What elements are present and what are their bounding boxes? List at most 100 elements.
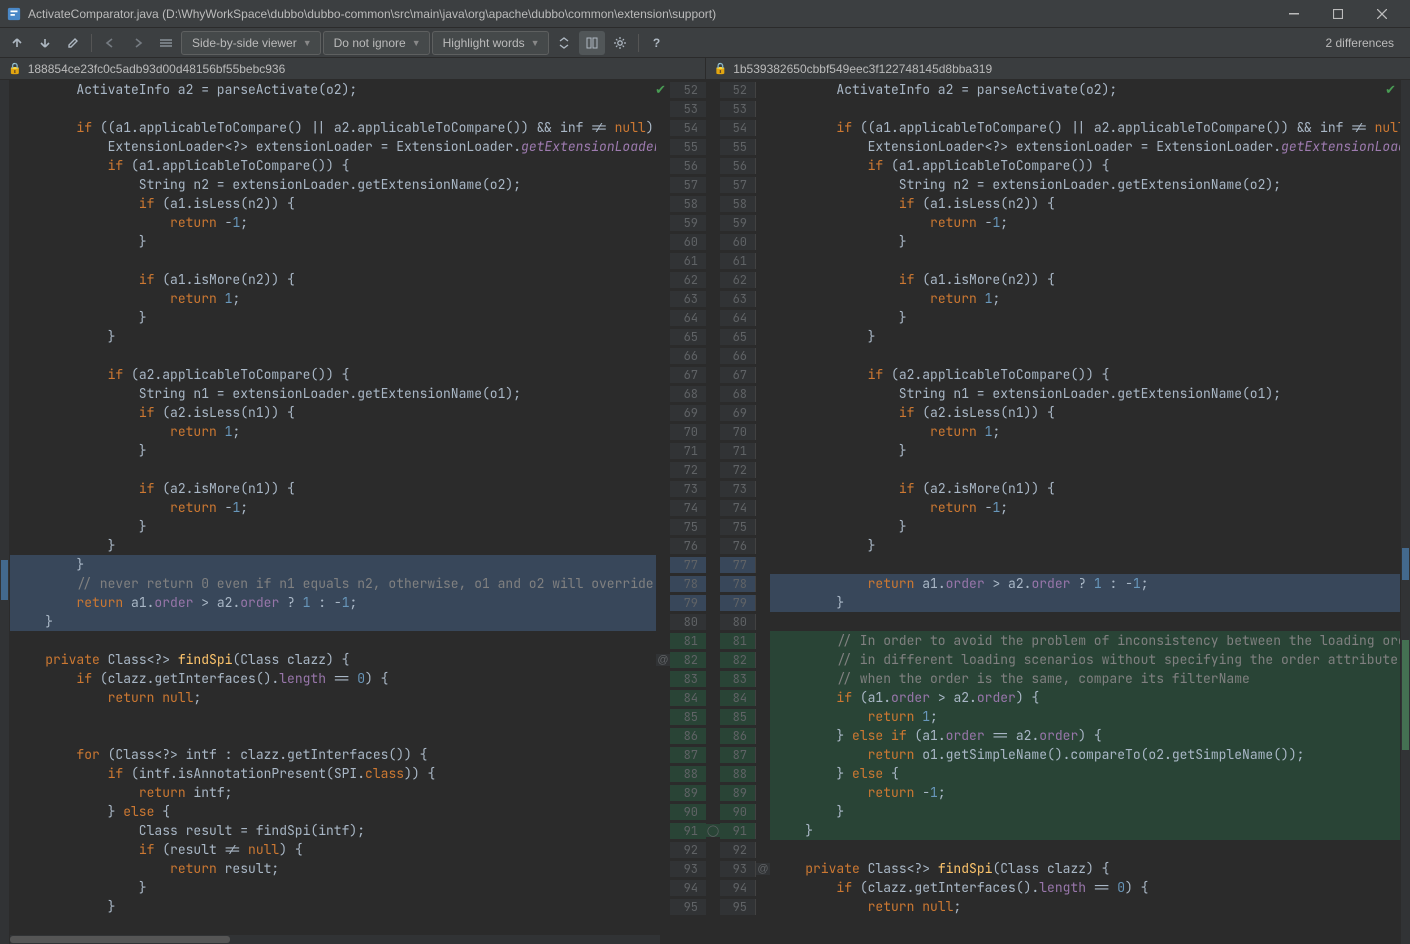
- code-line[interactable]: 9090 }: [670, 802, 1400, 821]
- code-line[interactable]: 5555 ExtensionLoader<?> extensionLoader …: [670, 137, 1400, 156]
- code-line[interactable]: 8080: [670, 612, 1400, 631]
- code-line[interactable]: [10, 726, 670, 745]
- code-line[interactable]: }: [10, 441, 670, 460]
- next-diff-button[interactable]: [32, 31, 58, 55]
- code-line[interactable]: 8686 } else if (a1.order == a2.order) {: [670, 726, 1400, 745]
- code-line[interactable]: for (Class<?> intf : clazz.getInterfaces…: [10, 745, 670, 764]
- code-line[interactable]: if (a2.applicableToCompare()) {: [10, 365, 670, 384]
- code-line[interactable]: 8181 // In order to avoid the problem of…: [670, 631, 1400, 650]
- diff-marker[interactable]: [1402, 548, 1409, 580]
- viewer-mode-select[interactable]: Side-by-side viewer ▼: [181, 31, 321, 55]
- code-line[interactable]: 9393@ private Class<?> findSpi(Class cla…: [670, 859, 1400, 878]
- edit-source-button[interactable]: [60, 31, 86, 55]
- code-line[interactable]: return -1;: [10, 213, 670, 232]
- code-line[interactable]: } else {: [10, 802, 670, 821]
- code-line[interactable]: 7575 }: [670, 517, 1400, 536]
- code-line[interactable]: if (a2.isLess(n1)) {: [10, 403, 670, 422]
- scrollbar-thumb[interactable]: [10, 936, 230, 943]
- code-line[interactable]: [10, 631, 670, 650]
- code-line[interactable]: 6464 }: [670, 308, 1400, 327]
- code-line[interactable]: if (result != null) {: [10, 840, 670, 859]
- collapse-unchanged-button[interactable]: [551, 31, 577, 55]
- code-line[interactable]: 9595 return null;: [670, 897, 1400, 916]
- maximize-button[interactable]: [1316, 0, 1360, 28]
- nav-back-button[interactable]: [97, 31, 123, 55]
- code-line[interactable]: }: [10, 517, 670, 536]
- right-editor-pane[interactable]: 5252 ActivateInfo a2 = parseActivate(o2)…: [670, 80, 1400, 944]
- whitespace-button[interactable]: [153, 31, 179, 55]
- code-line[interactable]: 6363 return 1;: [670, 289, 1400, 308]
- highlight-mode-select[interactable]: Highlight words ▼: [432, 31, 549, 55]
- code-line[interactable]: return a1.order > a2.order ? 1 : -1;: [10, 593, 670, 612]
- code-line[interactable]: return -1;: [10, 498, 670, 517]
- code-line[interactable]: 6565 }: [670, 327, 1400, 346]
- diff-marker[interactable]: [1402, 640, 1409, 750]
- code-line[interactable]: [10, 346, 670, 365]
- code-line[interactable]: 8888 } else {: [670, 764, 1400, 783]
- code-line[interactable]: 91◯91 }: [670, 821, 1400, 840]
- code-line[interactable]: 6262 if (a1.isMore(n2)) {: [670, 270, 1400, 289]
- code-line[interactable]: ExtensionLoader<?> extensionLoader = Ext…: [10, 137, 670, 156]
- code-line[interactable]: return null;: [10, 688, 670, 707]
- code-line[interactable]: 7777: [670, 555, 1400, 574]
- code-line[interactable]: return intf;: [10, 783, 670, 802]
- nav-forward-button[interactable]: [125, 31, 151, 55]
- sync-scroll-button[interactable]: [579, 31, 605, 55]
- code-line[interactable]: 8282 // in different loading scenarios w…: [670, 650, 1400, 669]
- code-line[interactable]: 8989 return -1;: [670, 783, 1400, 802]
- code-line[interactable]: [10, 707, 670, 726]
- code-line[interactable]: 9494 if (clazz.getInterfaces().length ==…: [670, 878, 1400, 897]
- code-line[interactable]: 7373 if (a2.isMore(n1)) {: [670, 479, 1400, 498]
- diff-marker[interactable]: [1, 560, 8, 600]
- code-line[interactable]: return result;: [10, 859, 670, 878]
- code-line[interactable]: if (a2.isMore(n1)) {: [10, 479, 670, 498]
- code-line[interactable]: 8383 // when the order is the same, comp…: [670, 669, 1400, 688]
- code-line[interactable]: 6868 String n1 = extensionLoader.getExte…: [670, 384, 1400, 403]
- code-line[interactable]: if ((a1.applicableToCompare() || a2.appl…: [10, 118, 670, 137]
- code-line[interactable]: 5353: [670, 99, 1400, 118]
- code-line[interactable]: 7474 return -1;: [670, 498, 1400, 517]
- minimize-button[interactable]: [1272, 0, 1316, 28]
- code-line[interactable]: [10, 251, 670, 270]
- code-line[interactable]: 5454 if ((a1.applicableToCompare() || a2…: [670, 118, 1400, 137]
- code-line[interactable]: 6767 if (a2.applicableToCompare()) {: [670, 365, 1400, 384]
- code-line[interactable]: 7272: [670, 460, 1400, 479]
- code-line[interactable]: if (intf.isAnnotationPresent(SPI.class))…: [10, 764, 670, 783]
- code-line[interactable]: 8484 if (a1.order > a2.order) {: [670, 688, 1400, 707]
- code-line[interactable]: 5252 ActivateInfo a2 = parseActivate(o2)…: [670, 80, 1400, 99]
- left-editor-pane[interactable]: ActivateInfo a2 = parseActivate(o2); if …: [10, 80, 670, 944]
- code-line[interactable]: [10, 460, 670, 479]
- code-line[interactable]: 9292: [670, 840, 1400, 859]
- code-line[interactable]: private Class<?> findSpi(Class clazz) {@: [10, 650, 670, 669]
- code-line[interactable]: 7171 }: [670, 441, 1400, 460]
- code-line[interactable]: }: [10, 536, 670, 555]
- code-line[interactable]: // never return 0 even if n1 equals n2, …: [10, 574, 670, 593]
- ignore-mode-select[interactable]: Do not ignore ▼: [323, 31, 430, 55]
- horizontal-scrollbar[interactable]: [10, 934, 660, 944]
- code-line[interactable]: 5959 return -1;: [670, 213, 1400, 232]
- error-stripe-right[interactable]: [1400, 80, 1410, 944]
- code-line[interactable]: 6969 if (a2.isLess(n1)) {: [670, 403, 1400, 422]
- code-line[interactable]: return 1;: [10, 289, 670, 308]
- code-line[interactable]: }: [10, 612, 670, 631]
- code-line[interactable]: 6060 }: [670, 232, 1400, 251]
- code-line[interactable]: String n1 = extensionLoader.getExtension…: [10, 384, 670, 403]
- code-line[interactable]: 8585 return 1;: [670, 707, 1400, 726]
- code-line[interactable]: if (a1.applicableToCompare()) {: [10, 156, 670, 175]
- error-stripe-left[interactable]: [0, 80, 10, 944]
- code-line[interactable]: ActivateInfo a2 = parseActivate(o2);: [10, 80, 670, 99]
- code-line[interactable]: if (clazz.getInterfaces().length == 0) {: [10, 669, 670, 688]
- code-line[interactable]: 7979 }: [670, 593, 1400, 612]
- code-line[interactable]: }: [10, 308, 670, 327]
- code-line[interactable]: 6666: [670, 346, 1400, 365]
- code-line[interactable]: 6161: [670, 251, 1400, 270]
- code-line[interactable]: String n2 = extensionLoader.getExtension…: [10, 175, 670, 194]
- code-line[interactable]: [10, 99, 670, 118]
- code-line[interactable]: 5656 if (a1.applicableToCompare()) {: [670, 156, 1400, 175]
- prev-diff-button[interactable]: [4, 31, 30, 55]
- code-line[interactable]: return 1;: [10, 422, 670, 441]
- code-line[interactable]: }: [10, 878, 670, 897]
- settings-button[interactable]: [607, 31, 633, 55]
- code-line[interactable]: if (a1.isLess(n2)) {: [10, 194, 670, 213]
- close-button[interactable]: [1360, 0, 1404, 28]
